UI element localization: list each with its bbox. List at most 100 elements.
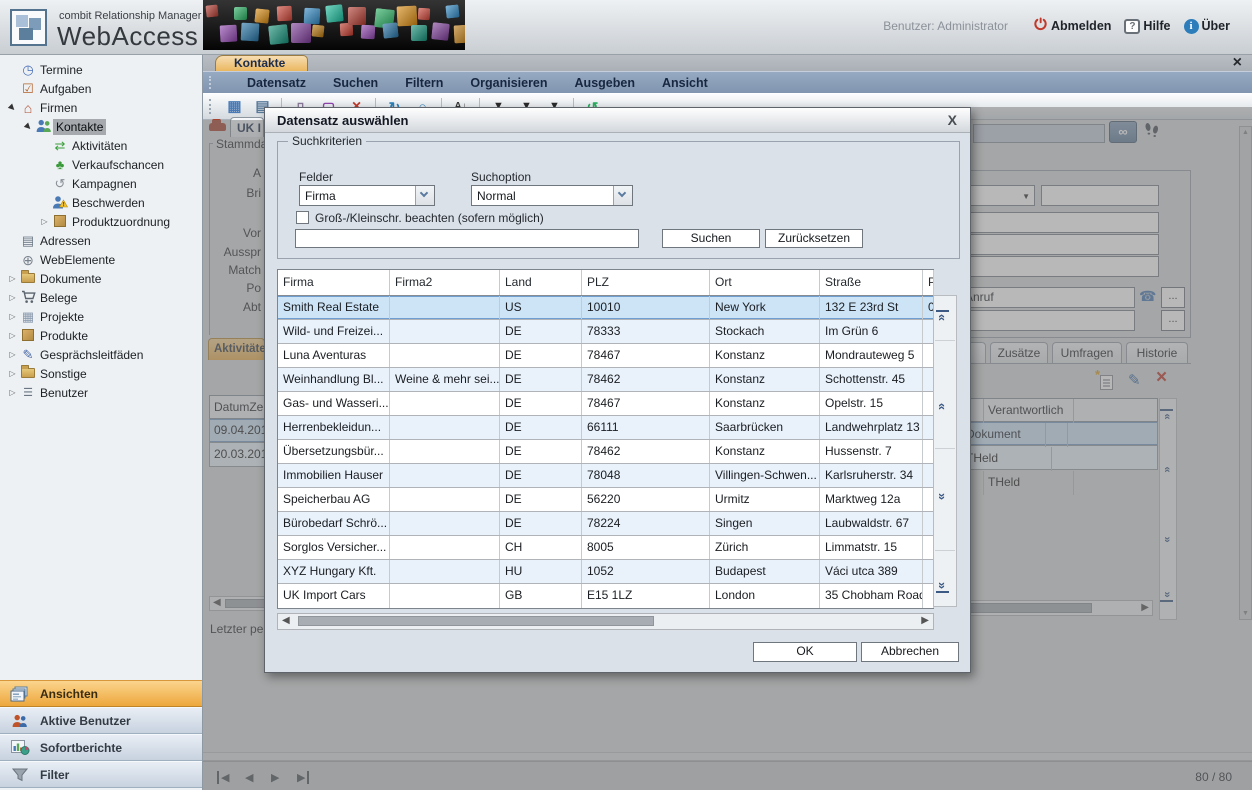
sidebar-item-gespr-chsleitf-den[interactable]: ▷✎Gesprächsleitfäden <box>0 345 201 364</box>
logout-button[interactable]: Abmelden <box>1033 17 1111 35</box>
decorative-banner <box>203 0 465 50</box>
search-option-select[interactable]: Normal <box>471 185 633 206</box>
sidebar-item-termine[interactable]: ◷Termine <box>0 60 201 79</box>
scroll-bottom-icon[interactable]: » <box>936 580 949 593</box>
search-button[interactable]: Suchen <box>662 229 760 248</box>
record-table-row[interactable]: Bürobedarf Schrö...DE78224SingenLaubwald… <box>278 512 933 536</box>
record-table-row[interactable]: Speicherbau AGDE56220UrmitzMarktweg 12a <box>278 488 933 512</box>
fields-select-arrow-icon[interactable] <box>415 186 434 205</box>
tree-closed-arrow-icon[interactable]: ▷ <box>6 274 19 283</box>
menu-suchen[interactable]: Suchen <box>333 76 378 90</box>
panel-button-sofortberichte[interactable]: Sofortberichte <box>0 734 202 761</box>
sidebar-item-adressen[interactable]: ▤Adressen <box>0 231 201 250</box>
reset-button[interactable]: Zurücksetzen <box>765 229 863 248</box>
search-input[interactable] <box>295 229 639 248</box>
fields-select[interactable]: Firma <box>299 185 435 206</box>
scroll-right-icon[interactable]: ▶ <box>921 615 929 626</box>
record-table-row[interactable]: Übersetzungsbür...DE78462KonstanzHussens… <box>278 440 933 464</box>
sidebar-item-verkaufschancen[interactable]: ♣Verkaufschancen <box>0 155 201 174</box>
panel-button-aktive-benutzer[interactable]: Aktive Benutzer <box>0 707 202 734</box>
sidebar-item-produkte[interactable]: ▷Produkte <box>0 326 201 345</box>
record-table-row[interactable]: Immobilien HauserDE78048Villingen-Schwen… <box>278 464 933 488</box>
sidebar-item-benutzer[interactable]: ▷☰Benutzer <box>0 383 201 402</box>
sidebar-item-firmen[interactable]: ▶⌂Firmen <box>0 98 201 117</box>
cancel-button[interactable]: Abbrechen <box>861 642 959 662</box>
search-option-arrow-icon[interactable] <box>613 186 632 205</box>
column-header-firma2[interactable]: Firma2 <box>390 270 500 295</box>
dialog-close-icon[interactable]: X <box>948 112 957 128</box>
sidebar-item-projekte[interactable]: ▷▦Projekte <box>0 307 201 326</box>
sidebar-item-kontakte[interactable]: ▶ Kontakte <box>0 117 201 136</box>
tree-closed-arrow-icon[interactable]: ▷ <box>6 293 19 302</box>
record-cell: DE <box>500 344 582 367</box>
menu-ansicht[interactable]: Ansicht <box>662 76 708 90</box>
sidebar-item-sonstige[interactable]: ▷Sonstige <box>0 364 201 383</box>
panel-button-ansichten[interactable]: Ansichten <box>0 680 202 707</box>
clover-icon: ♣ <box>51 158 69 171</box>
record-cell: Immobilien Hauser <box>278 464 390 487</box>
help-button[interactable]: ?Hilfe <box>1124 19 1170 34</box>
sidebar-item-kampagnen[interactable]: ↺Kampagnen <box>0 174 201 193</box>
close-view-icon[interactable]: × <box>1233 55 1242 70</box>
column-header-straße[interactable]: Straße <box>820 270 923 295</box>
menu-filtern[interactable]: Filtern <box>405 76 443 90</box>
record-cell: 132 E 23rd St <box>820 296 923 319</box>
tree-closed-arrow-icon[interactable]: ▷ <box>6 369 19 378</box>
record-table-row[interactable]: UK Import CarsGBE15 1LZLondon35 Chobham … <box>278 584 933 608</box>
sidebar-item-label: Kontakte <box>53 119 106 135</box>
menu-ausgeben[interactable]: Ausgeben <box>575 76 635 90</box>
tree-open-arrow-icon[interactable]: ▶ <box>5 100 21 116</box>
record-table-row[interactable]: Smith Real EstateUS10010New York132 E 23… <box>278 296 933 320</box>
sidebar-item-aufgaben[interactable]: ☑Aufgaben <box>0 79 201 98</box>
sidebar-item-beschwerden[interactable]: Beschwerden <box>0 193 201 212</box>
record-table-row[interactable]: Gas- und Wasseri...DE78467KonstanzOpelst… <box>278 392 933 416</box>
column-header-firma[interactable]: Firma <box>278 270 390 295</box>
banner-cube <box>431 22 450 41</box>
scroll-pageup-icon[interactable]: « <box>936 400 949 413</box>
column-header-land[interactable]: Land <box>500 270 582 295</box>
menu-datensatz[interactable]: Datensatz <box>247 76 306 90</box>
column-header-p[interactable]: P <box>923 270 934 295</box>
tree-closed-arrow-icon[interactable]: ▷ <box>6 350 19 359</box>
column-header-plz[interactable]: PLZ <box>582 270 710 295</box>
record-table-row[interactable]: Wild- und Freizei...DE78333StockachIm Gr… <box>278 320 933 344</box>
record-cell: Gas- und Wasseri... <box>278 392 390 415</box>
app-logo <box>10 9 47 46</box>
tree-closed-arrow-icon[interactable]: ▷ <box>6 312 19 321</box>
menu-organisieren[interactable]: Organisieren <box>470 76 547 90</box>
sidebar-item-aktivit-ten[interactable]: ⇄Aktivitäten <box>0 136 201 155</box>
sidebar-item-dokumente[interactable]: ▷ Dokumente <box>0 269 201 288</box>
scroll-pagedown-icon[interactable]: » <box>936 490 949 503</box>
tree-open-arrow-icon[interactable]: ▶ <box>21 119 37 135</box>
tree-closed-arrow-icon[interactable]: ▷ <box>38 217 51 226</box>
about-button[interactable]: iÜber <box>1184 19 1230 34</box>
app-header: combit Relationship Manager WebAccess Be… <box>0 0 1252 55</box>
sidebar-item-label: Dokumente <box>37 271 104 287</box>
record-table-row[interactable]: Herrenbekleidun...DE66111SaarbrückenLand… <box>278 416 933 440</box>
scroll-left-icon[interactable]: ◀ <box>282 615 290 626</box>
banner-cube <box>382 22 398 38</box>
record-cell: DE <box>500 488 582 511</box>
tree-closed-arrow-icon[interactable]: ▷ <box>6 388 19 397</box>
record-table-row[interactable]: Luna AventurasDE78467KonstanzMondrautewe… <box>278 344 933 368</box>
ok-button[interactable]: OK <box>753 642 857 662</box>
record-cell <box>390 488 500 511</box>
tab-kontakte[interactable]: Kontakte <box>215 55 308 71</box>
banner-cube <box>268 24 289 45</box>
record-table-row[interactable]: XYZ Hungary Kft.HU1052BudapestVáci utca … <box>278 560 933 584</box>
tree-closed-arrow-icon[interactable]: ▷ <box>6 331 19 340</box>
sidebar-item-belege[interactable]: ▷Belege <box>0 288 201 307</box>
record-table-hscroll[interactable]: ◀ ▶ <box>277 613 934 630</box>
table-view-icon[interactable]: ▦ <box>225 97 244 116</box>
column-header-ort[interactable]: Ort <box>710 270 820 295</box>
record-cell <box>390 320 500 343</box>
sidebar-item-produktzuordnung[interactable]: ▷Produktzuordnung <box>0 212 201 231</box>
record-cell: 35 Chobham Road <box>820 584 923 608</box>
banner-cube <box>304 8 321 25</box>
case-sensitive-checkbox[interactable] <box>296 211 309 224</box>
record-table-row[interactable]: Weinhandlung Bl...Weine & mehr sei...DE7… <box>278 368 933 392</box>
sidebar-item-webelemente[interactable]: ⊕WebElemente <box>0 250 201 269</box>
record-table-row[interactable]: Sorglos Versicher...CH8005ZürichLimmatst… <box>278 536 933 560</box>
scroll-top-icon[interactable]: « <box>936 310 949 323</box>
panel-button-filter[interactable]: Filter <box>0 761 202 788</box>
